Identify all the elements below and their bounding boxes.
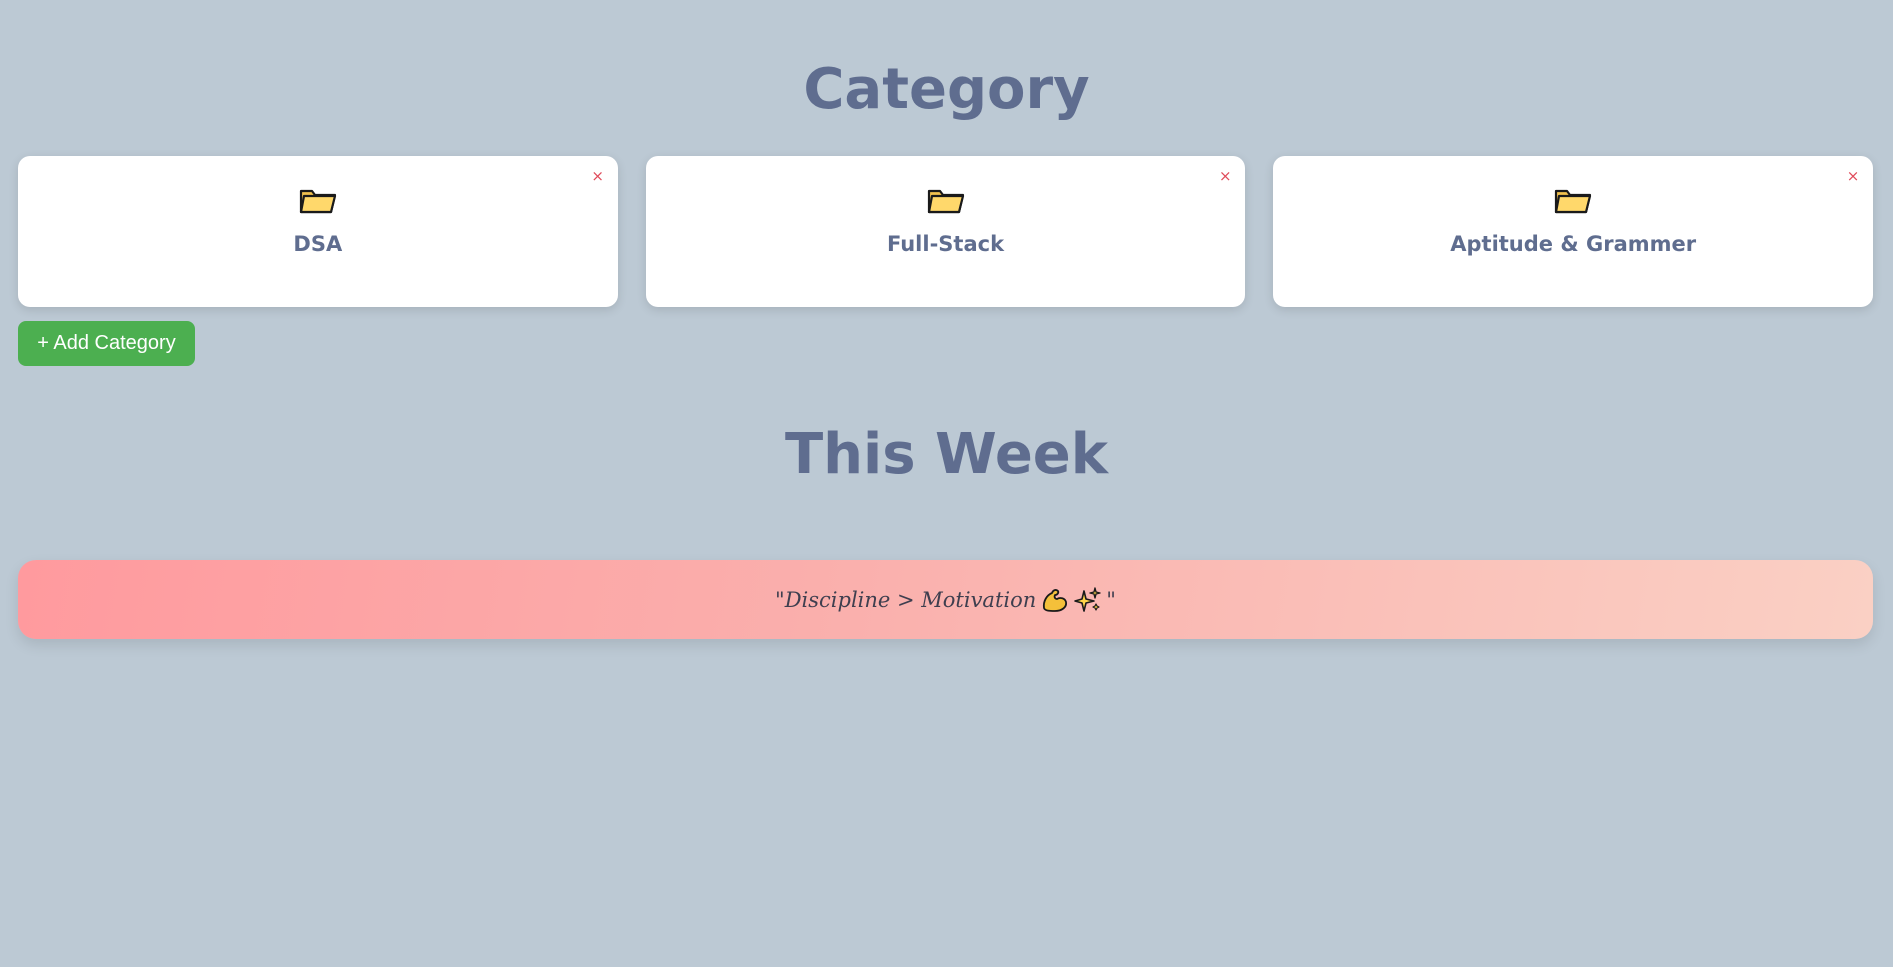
add-category-button[interactable]: + Add Category bbox=[18, 321, 195, 366]
category-heading: Category bbox=[803, 57, 1090, 122]
folder-icon bbox=[1555, 189, 1592, 214]
delete-category-button[interactable]: × bbox=[1843, 166, 1863, 186]
folder-icon bbox=[299, 189, 336, 214]
delete-category-button[interactable]: × bbox=[588, 166, 608, 186]
category-card-label: DSA bbox=[293, 232, 343, 256]
category-card-label: Aptitude & Grammer bbox=[1450, 232, 1697, 256]
quote-closing-mark: " bbox=[1106, 587, 1116, 612]
this-week-heading: This Week bbox=[784, 422, 1109, 487]
category-card-list: DSA × Full-Stack × Aptitude & Grammer × bbox=[18, 156, 1874, 307]
quote-main-text: "Discipline > Motivation bbox=[775, 587, 1037, 612]
motivation-quote-banner: "Discipline > Motivation " bbox=[18, 560, 1873, 639]
category-card-dsa[interactable]: DSA × bbox=[18, 156, 618, 307]
category-card-aptitude-grammer[interactable]: Aptitude & Grammer × bbox=[1273, 156, 1874, 307]
quote-text: "Discipline > Motivation " bbox=[775, 586, 1116, 614]
category-card-full-stack[interactable]: Full-Stack × bbox=[645, 156, 1246, 307]
category-card-label: Full-Stack bbox=[886, 232, 1005, 256]
delete-category-button[interactable]: × bbox=[1215, 166, 1235, 186]
flexed-biceps-icon bbox=[1043, 588, 1068, 612]
folder-icon bbox=[927, 189, 964, 214]
sparkles-icon bbox=[1074, 586, 1101, 612]
